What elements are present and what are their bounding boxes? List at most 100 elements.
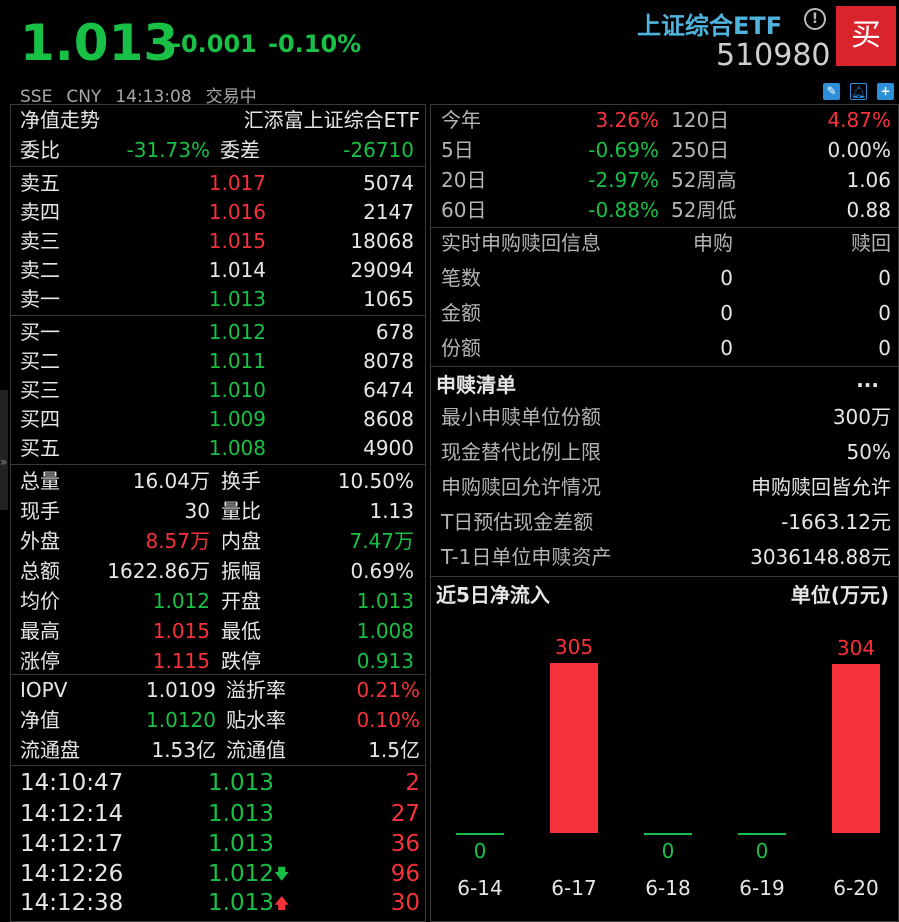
- tick-time: 14:12:14: [20, 801, 124, 827]
- stat-label: 最低: [221, 619, 261, 643]
- performance-label: 20日: [441, 168, 487, 192]
- nav-trend-row[interactable]: 净值走势 汇添富上证综合ETF: [20, 105, 420, 135]
- stat-row: 总量 16.04万 换手 10.50%: [20, 466, 420, 496]
- list-label: 现金替代比例上限: [441, 440, 601, 464]
- tick-time: 14:12:17: [20, 831, 124, 857]
- ask-level-label: 卖二: [20, 258, 60, 282]
- stat-value: 1.012: [152, 589, 210, 613]
- list-label: T-1日单位申赎资产: [441, 545, 612, 569]
- stat-label: 现手: [20, 499, 60, 523]
- realtime-row: 金额 0 0: [441, 298, 891, 328]
- creation-list-row: T日预估现金差额 -1663.12元: [441, 507, 891, 537]
- stat-value: 1.013: [356, 589, 414, 613]
- bid-price: 1.008: [208, 436, 266, 460]
- stat-label: 振幅: [221, 559, 261, 583]
- tick-row: 14:12:26 1.012 🡇 96: [20, 859, 420, 889]
- creation-list-row: 现金替代比例上限 50%: [441, 437, 891, 467]
- arrow-up-icon: 🡅: [274, 894, 290, 912]
- bar-value-label: 0: [755, 839, 769, 863]
- bid-level-label: 买五: [20, 436, 60, 460]
- performance-label: 250日: [671, 138, 730, 162]
- flow-title: 近5日净流入: [436, 583, 550, 607]
- iopv-value: 1.0120: [146, 708, 216, 732]
- bell-icon[interactable]: 🔔︎: [850, 83, 867, 100]
- subscribe-value: 0: [720, 336, 733, 360]
- performance-label: 52周低: [671, 198, 737, 222]
- bid-level-label: 买二: [20, 349, 60, 373]
- stat-row: 最高 1.015 最低 1.008: [20, 616, 420, 646]
- tick-price: 1.013: [208, 831, 274, 857]
- stat-value: 30: [184, 499, 210, 523]
- realtime-header: 实时申购赎回信息 申购 赎回: [441, 231, 891, 255]
- list-label: T日预估现金差额: [441, 510, 594, 534]
- redeem-value: 0: [878, 336, 891, 360]
- list-label: 申购赎回允许情况: [441, 475, 601, 499]
- stat-value: 1.008: [356, 619, 414, 643]
- stat-value: 0.69%: [350, 559, 414, 583]
- iopv-value: 0.21%: [356, 678, 420, 702]
- subscribe-value: 0: [720, 266, 733, 290]
- bid-volume: 8608: [363, 407, 414, 431]
- performance-value: -2.97%: [588, 168, 659, 192]
- bid-level-row: 买四 1.009 8608: [20, 404, 420, 434]
- ask-level-label: 卖五: [20, 171, 60, 195]
- creation-list-row: 申购赎回允许情况 申购赎回皆允许: [441, 472, 891, 502]
- iopv-label: 溢折率: [226, 678, 286, 702]
- iopv-value: 1.53亿: [151, 738, 216, 762]
- stat-row: 外盘 8.57万 内盘 7.47万: [20, 526, 420, 556]
- weibi-value: -31.73%: [126, 138, 210, 162]
- ask-level-row: 卖一 1.013 1065: [20, 284, 420, 314]
- stat-value: 1.015: [152, 619, 210, 643]
- chart-bar: [832, 663, 880, 833]
- info-icon[interactable]: !: [804, 8, 826, 30]
- stat-row: 涨停 1.115 跌停 0.913: [20, 646, 420, 676]
- side-collapse-tab[interactable]: [0, 390, 8, 510]
- ask-level-row: 卖五 1.017 5074: [20, 168, 420, 198]
- edit-icon[interactable]: ✎: [823, 83, 840, 100]
- weicha-value: -26710: [343, 138, 414, 162]
- arrow-down-icon: 🡇: [274, 865, 290, 883]
- stat-label: 跌停: [221, 649, 261, 673]
- weibi-row: 委比 -31.73% 委差 -26710: [20, 135, 420, 165]
- stat-value: 1.13: [369, 499, 414, 523]
- tick-row: 14:12:17 1.013 36: [20, 829, 420, 859]
- bid-volume: 4900: [363, 436, 414, 460]
- tick-row: 14:12:14 1.013 27: [20, 799, 420, 829]
- ask-volume: 1065: [363, 287, 414, 311]
- buy-button[interactable]: 买: [836, 6, 896, 66]
- performance-value: 3.26%: [595, 108, 659, 132]
- add-icon[interactable]: +: [877, 83, 894, 100]
- iopv-value: 1.5亿: [368, 738, 420, 762]
- category-label: 6-14: [457, 876, 503, 900]
- ask-price: 1.015: [208, 229, 266, 253]
- bid-level-label: 买一: [20, 320, 60, 344]
- bid-level-label: 买四: [20, 407, 60, 431]
- performance-label: 120日: [671, 108, 730, 132]
- realtime-label: 份额: [441, 336, 481, 360]
- bid-level-row: 买二 1.011 8078: [20, 346, 420, 376]
- bid-price: 1.012: [208, 320, 266, 344]
- stat-label: 最高: [20, 619, 60, 643]
- list-value: 300万: [832, 405, 891, 429]
- stat-row: 现手 30 量比 1.13: [20, 496, 420, 526]
- performance-value: -0.88%: [588, 198, 659, 222]
- iopv-label: IOPV: [20, 678, 68, 702]
- tick-row: 14:12:38 1.013 🡅 30: [20, 888, 420, 918]
- list-value: -1663.12元: [781, 510, 891, 534]
- list-value: 申购赎回皆允许: [751, 475, 891, 499]
- list-label: 最小申赎单位份额: [441, 405, 601, 429]
- price-change-pct: -0.10%: [268, 30, 362, 58]
- performance-row: 20日 -2.97% 52周高 1.06: [441, 165, 891, 195]
- stat-label: 总量: [20, 469, 60, 493]
- stat-label: 内盘: [221, 529, 261, 553]
- tick-volume: 36: [390, 831, 420, 857]
- bid-level-label: 买三: [20, 378, 60, 402]
- ask-volume: 18068: [350, 229, 414, 253]
- nav-trend-link[interactable]: 净值走势: [20, 105, 100, 135]
- ask-volume: 2147: [363, 200, 414, 224]
- list-title: 申赎清单: [436, 373, 516, 397]
- chevron-right-icon[interactable]: »: [0, 455, 9, 477]
- more-icon[interactable]: ···: [856, 370, 879, 400]
- ask-volume: 29094: [350, 258, 414, 282]
- stat-value: 10.50%: [337, 469, 414, 493]
